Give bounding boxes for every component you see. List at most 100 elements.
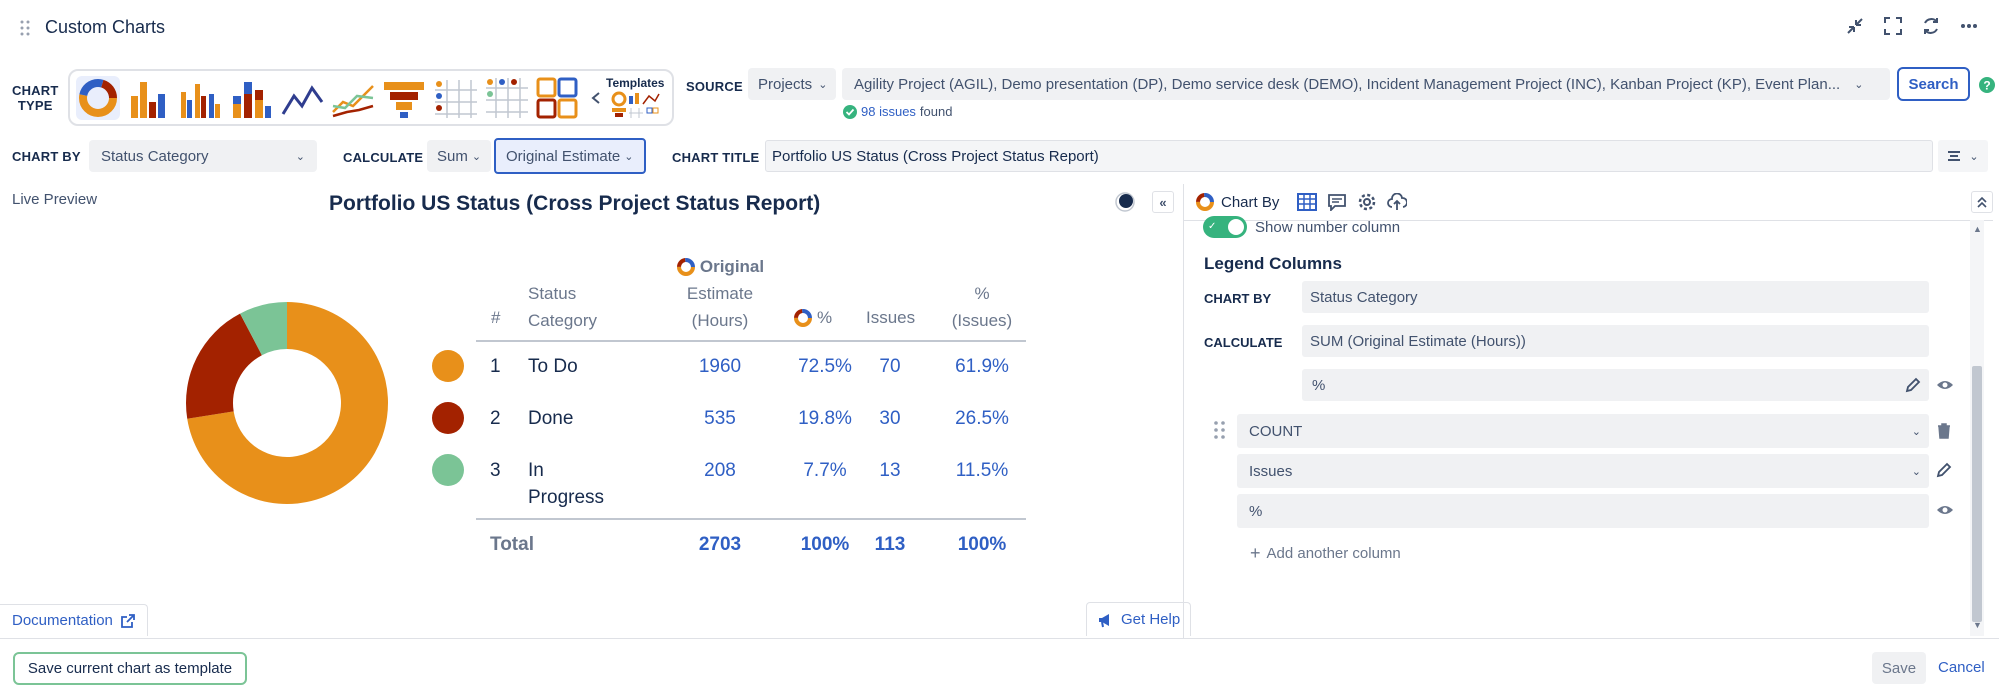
eye-icon[interactable] [1936, 503, 1954, 517]
header-issues: Issues [866, 308, 916, 327]
row-pct-issues: 61.9% [955, 356, 1009, 377]
header-pct: % [793, 308, 832, 328]
bar-chart-type-icon[interactable] [127, 76, 171, 120]
panel-issues-select[interactable]: Issues ⌄ [1237, 454, 1929, 488]
minimize-icon[interactable] [1845, 16, 1865, 36]
table-tab-icon[interactable] [1297, 193, 1318, 211]
row-category: To Do [528, 356, 578, 377]
table-row: 2 Done 535 19.8% 30 26.5% [430, 398, 1030, 450]
pencil-icon[interactable] [1936, 462, 1952, 478]
drag-handle-icon[interactable] [20, 20, 30, 36]
show-number-column-toggle[interactable]: ✓ Show number column [1203, 216, 1400, 238]
panel-chart-by-field: Status Category [1302, 281, 1929, 313]
add-column-button[interactable]: + Add another column [1250, 543, 1401, 564]
donut-small-icon [793, 308, 813, 328]
templates-button[interactable]: Templates [606, 76, 664, 120]
row-issues: 30 [879, 408, 901, 429]
table-row: 1 To Do 1960 72.5% 70 61.9% [430, 346, 1030, 398]
total-label: Total [490, 534, 534, 555]
get-help-button[interactable]: Get Help [1086, 602, 1192, 636]
toggle-switch[interactable]: ✓ [1203, 216, 1247, 238]
line-chart-type-icon[interactable] [280, 76, 324, 120]
row-category-line2: Progress [528, 487, 605, 508]
eye-icon[interactable] [1936, 378, 1954, 392]
fullscreen-icon[interactable] [1883, 16, 1903, 36]
scroll-up-icon[interactable]: ▲ [1973, 224, 1982, 234]
legend-columns-heading: Legend Columns [1204, 254, 1342, 273]
theme-toggle-icon[interactable] [1115, 192, 1135, 212]
issues-count-link[interactable]: 98 issues [861, 104, 916, 119]
cancel-link[interactable]: Cancel [1938, 659, 1985, 676]
trash-icon[interactable] [1937, 423, 1951, 439]
total-pct-issues: 100% [957, 534, 1007, 555]
source-type-select[interactable]: Projects ⌄ [748, 68, 836, 100]
pencil-icon[interactable] [1905, 377, 1921, 393]
calculate-field-select[interactable]: Original Estimate ⌄ [494, 138, 646, 174]
chevron-down-icon: ⌄ [1854, 78, 1864, 91]
table-row: 3 In Progress 208 7.7% 13 11.5% [430, 450, 1030, 508]
scrollbar-thumb[interactable] [1972, 366, 1982, 622]
table-chart-type-icon[interactable] [433, 76, 477, 120]
funnel-chart-type-icon[interactable] [382, 76, 426, 120]
help-icon[interactable]: ? [1979, 77, 1995, 93]
scroll-down-icon[interactable]: ▼ [1973, 620, 1982, 630]
drag-handle-icon[interactable] [1214, 421, 1226, 439]
app-title: Custom Charts [45, 17, 166, 37]
chart-by-select[interactable]: Status Category ⌄ [89, 140, 317, 172]
donut-chart-type-icon[interactable] [76, 75, 120, 120]
expand-panel-button[interactable] [1971, 191, 1993, 213]
stacked-bar-chart-type-icon[interactable] [229, 76, 273, 120]
panel-count-select[interactable]: COUNT ⌄ [1237, 414, 1929, 448]
double-chevron-up-icon [1977, 196, 1987, 208]
refresh-icon[interactable] [1921, 16, 1941, 36]
preview-divider [1183, 184, 1184, 638]
source-projects-select[interactable]: Agility Project (AGIL), Demo presentatio… [842, 68, 1890, 100]
chart-type-picker: Templates [68, 69, 674, 126]
more-icon[interactable] [1959, 16, 1979, 36]
total-row: Total 2703 100% 113 100% [430, 534, 1030, 564]
megaphone-icon [1097, 612, 1113, 628]
multi-line-chart-type-icon[interactable] [331, 76, 375, 120]
collapse-panel-button[interactable]: « [1152, 191, 1174, 213]
save-button[interactable]: Save [1872, 652, 1926, 684]
title-options-button[interactable]: ⌄ [1938, 140, 1988, 172]
documentation-link[interactable]: Documentation [0, 604, 148, 636]
save-template-button[interactable]: Save current chart as template [13, 652, 247, 685]
row-issues: 70 [879, 356, 901, 377]
header-status-category: Status Category [528, 284, 597, 330]
row-estimate: 535 [704, 408, 736, 429]
row-estimate: 1960 [698, 356, 742, 377]
panel-calculate-label: CALCULATE [1204, 335, 1283, 350]
grouped-bar-chart-type-icon[interactable] [178, 76, 222, 120]
chevron-down-icon: ⌄ [818, 78, 828, 91]
upload-cloud-tab-icon[interactable] [1387, 193, 1408, 211]
row-pct-issues: 26.5% [955, 408, 1009, 429]
panel-pct-field[interactable]: % [1302, 369, 1929, 401]
gear-tab-icon[interactable] [1357, 192, 1377, 212]
comment-tab-icon[interactable] [1327, 193, 1347, 211]
check-circle-icon [843, 104, 857, 119]
chevron-left-icon[interactable] [590, 91, 602, 105]
row-number: 1 [490, 356, 501, 377]
panel-tabs: Chart By [1195, 192, 1408, 212]
row-pct: 72.5% [798, 356, 852, 377]
chart-by-tab[interactable]: Chart By [1195, 192, 1279, 212]
chart-title-input[interactable]: Portfolio US Status (Cross Project Statu… [765, 140, 1933, 172]
panel-scrollbar[interactable]: ▲ ▼ [1970, 220, 1984, 636]
templates-icon [611, 91, 660, 118]
double-chevron-left-icon: « [1159, 194, 1167, 210]
header-original-estimate: Original Estimate (Hours) [655, 253, 785, 334]
search-button[interactable]: Search [1897, 67, 1970, 101]
tiles-chart-type-icon[interactable] [535, 76, 579, 120]
chart-title: Portfolio US Status (Cross Project Statu… [329, 192, 821, 215]
calculate-select[interactable]: Sum ⌄ [427, 140, 491, 172]
row-issues: 13 [879, 460, 901, 481]
row-category: In [528, 460, 544, 481]
header-num: # [491, 308, 501, 327]
chart-type-label: CHART TYPE [12, 83, 59, 113]
matrix-chart-type-icon[interactable] [484, 76, 528, 120]
external-link-icon [121, 613, 135, 628]
total-divider [476, 518, 1026, 520]
legend-table: # Status Category Original Estimate (Hou… [430, 248, 1030, 568]
row-pct-issues: 11.5% [955, 460, 1009, 481]
